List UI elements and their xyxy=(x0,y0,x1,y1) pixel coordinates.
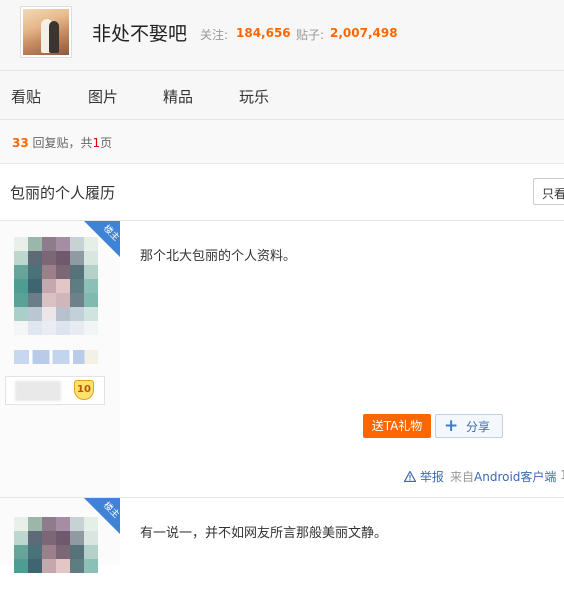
post-content-2: 有一说一，并不如网友所言那般美丽文静。 xyxy=(140,526,388,541)
follow-label: 关注: xyxy=(200,28,229,42)
tab-posts[interactable]: 看贴 xyxy=(11,86,41,107)
forum-name[interactable]: 非处不娶吧 xyxy=(92,19,187,46)
op-badge-label: 楼主 xyxy=(101,223,120,244)
op-badge-label-2: 楼主 xyxy=(101,500,120,521)
warning-icon xyxy=(404,471,416,482)
plus-icon: + xyxy=(444,416,459,436)
forum-nav: 看贴 图片 精品 玩乐 xyxy=(0,70,564,120)
tab-featured[interactable]: 精品 xyxy=(163,86,193,107)
thread-title: 包丽的个人履历 xyxy=(10,184,116,202)
author-title-blurred xyxy=(15,381,61,401)
page-count-label: 页 xyxy=(100,136,113,150)
source-client-link[interactable]: Android客户端 xyxy=(474,470,556,484)
reply-count: 33 xyxy=(12,136,29,150)
posts-label: 贴子: xyxy=(296,28,325,42)
source-prefix: 来自 xyxy=(450,470,475,484)
forum-avatar[interactable] xyxy=(20,6,72,58)
post-content: 那个北大包丽的个人资料。 xyxy=(140,249,297,264)
share-label: 分享 xyxy=(466,420,491,434)
reply-count-bar: 33 回复贴，共1页 xyxy=(0,120,564,164)
floor-number: 1 xyxy=(560,468,564,482)
post-source: 来自Android客户端 xyxy=(450,468,556,485)
posts-count: 2,007,498 xyxy=(330,26,398,40)
tab-images[interactable]: 图片 xyxy=(88,86,118,107)
share-button[interactable]: + 分享 xyxy=(435,414,503,438)
author-level-box: 10 xyxy=(5,376,105,405)
author-name-blurred[interactable] xyxy=(14,350,98,364)
report-label: 举报 xyxy=(419,470,444,484)
level-badge: 10 xyxy=(74,380,94,400)
tab-fun[interactable]: 玩乐 xyxy=(239,86,269,107)
forum-header: 非处不娶吧 关注: 184,656 贴子: 2,007,498 xyxy=(0,0,564,70)
report-link[interactable]: 举报 xyxy=(404,468,444,485)
op-badge-2: 楼主 xyxy=(84,498,120,534)
thread-title-bar: 包丽的个人履历 xyxy=(0,164,564,221)
only-op-button[interactable]: 只看 xyxy=(533,178,564,205)
follow-count: 184,656 xyxy=(236,26,291,40)
reply-count-label: 回复贴，共 xyxy=(28,136,93,150)
reply-count-text: 33 回复贴，共1页 xyxy=(12,134,112,151)
send-gift-button[interactable]: 送TA礼物 xyxy=(363,414,431,438)
op-badge: 楼主 xyxy=(84,221,120,257)
forum-avatar-image xyxy=(23,9,69,55)
